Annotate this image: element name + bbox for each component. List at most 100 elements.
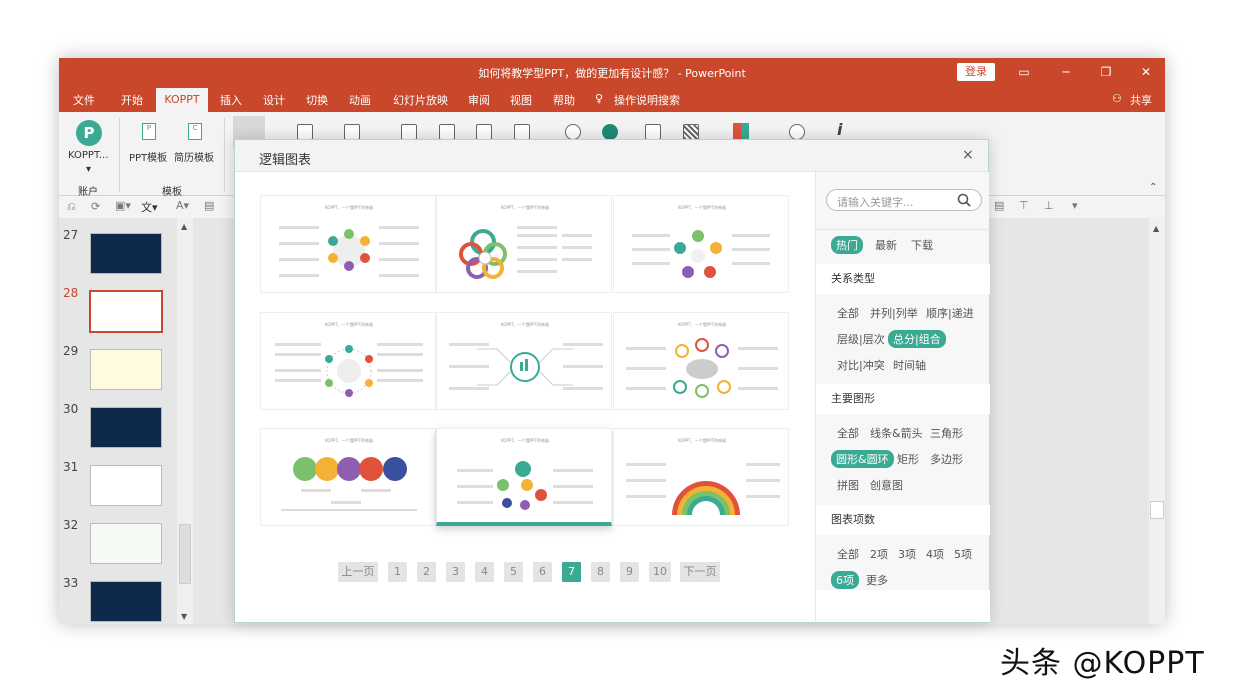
bar-chart-icon[interactable] — [344, 124, 360, 140]
shape-rectangle[interactable]: 矩形 — [897, 451, 919, 467]
tab-koppt[interactable]: KOPPT — [156, 88, 208, 112]
page-button-9[interactable]: 9 — [620, 562, 639, 582]
align-icon[interactable]: ▤ — [994, 199, 1004, 212]
relation-contrast[interactable]: 对比|冲突 — [837, 357, 885, 373]
tab-slideshow[interactable]: 幻灯片放映 — [393, 92, 448, 108]
slide-thumbnail[interactable] — [90, 523, 162, 564]
page-button-8[interactable]: 8 — [591, 562, 610, 582]
relation-all[interactable]: 全部 — [837, 305, 859, 321]
scroll-down-icon[interactable]: ▼ — [181, 612, 187, 621]
sort-download[interactable]: 下载 — [911, 237, 933, 253]
page-button-1[interactable]: 1 — [388, 562, 407, 582]
tab-animations[interactable]: 动画 — [349, 92, 371, 108]
relation-total-part[interactable]: 总分|组合 — [888, 330, 946, 348]
slide-thumbnail-selected[interactable] — [89, 290, 163, 333]
search-input[interactable]: 请输入关键字... — [826, 189, 982, 211]
text-icon[interactable] — [476, 124, 492, 140]
sort-hot[interactable]: 热门 — [831, 236, 863, 254]
slide-thumbnail[interactable] — [90, 465, 162, 506]
ribbon-display-icon[interactable]: ▭ — [1009, 62, 1039, 82]
page-button-7-active[interactable]: 7 — [562, 562, 581, 582]
template-card[interactable]: KOPPT，一个懂PPT的神器 — [436, 428, 612, 526]
page-button-10[interactable]: 10 — [649, 562, 671, 582]
more-icon[interactable]: ▾ — [1072, 199, 1078, 212]
template-card[interactable]: KOPPT，一个懂PPT的神器 — [613, 195, 789, 293]
shape-creative[interactable]: 创意图 — [870, 477, 903, 493]
template-card[interactable]: KOPPT，一个懂PPT的神器 — [260, 428, 436, 526]
slide-thumbnail[interactable] — [90, 407, 162, 448]
scroll-up-icon[interactable]: ▲ — [1153, 224, 1159, 233]
collapse-ribbon-icon[interactable]: ⌃ — [1149, 182, 1157, 193]
ppt-template-button[interactable]: PPT模板 — [129, 149, 167, 164]
shape-lines-arrows[interactable]: 线条&箭头 — [870, 425, 923, 441]
font-color-icon[interactable]: A▾ — [176, 199, 189, 212]
next-page-button[interactable]: 下一页 — [680, 562, 720, 582]
relation-sequence[interactable]: 顺序|递进 — [926, 305, 974, 321]
scroll-thumb[interactable] — [179, 524, 191, 584]
redo-icon[interactable]: ⟳ — [91, 200, 100, 213]
chevron-down-icon[interactable]: ▾ — [86, 164, 91, 175]
count-5[interactable]: 5项 — [954, 546, 972, 562]
template-card[interactable]: KOPPT，一个懂PPT的神器 — [613, 312, 789, 410]
tell-me-search[interactable]: 操作说明搜索 — [614, 92, 680, 108]
list-icon[interactable] — [439, 124, 455, 140]
exe-icon[interactable] — [514, 124, 530, 140]
tab-view[interactable]: 视图 — [510, 92, 532, 108]
template-card[interactable]: KOPPT，一个懂PPT的神器 — [613, 428, 789, 526]
template-card[interactable]: KOPPT，一个懂PPT的神器 — [260, 195, 436, 293]
relation-parallel[interactable]: 并列|列举 — [870, 305, 918, 321]
gears-icon[interactable] — [565, 124, 581, 140]
distribute-icon[interactable]: ⊤ — [1019, 199, 1029, 212]
tab-design[interactable]: 设计 — [263, 92, 285, 108]
thumbnail-scrollbar[interactable]: ▲ ▼ — [177, 218, 193, 624]
shape-triangle[interactable]: 三角形 — [930, 425, 963, 441]
count-4[interactable]: 4项 — [926, 546, 944, 562]
scroll-down-icon[interactable]: ▼ — [1153, 623, 1159, 624]
pattern-icon[interactable] — [683, 124, 699, 140]
search-icon[interactable] — [957, 193, 971, 207]
page-button-2[interactable]: 2 — [417, 562, 436, 582]
resume-template-button[interactable]: 简历模板 — [174, 149, 214, 164]
count-all[interactable]: 全部 — [837, 546, 859, 562]
user-badge-icon[interactable] — [789, 124, 805, 140]
restore-icon[interactable]: ❐ — [1091, 62, 1121, 82]
page-button-3[interactable]: 3 — [446, 562, 465, 582]
tab-transitions[interactable]: 切换 — [306, 92, 328, 108]
minimize-icon[interactable]: ─ — [1051, 62, 1081, 82]
shape-polygon[interactable]: 多边形 — [930, 451, 963, 467]
prev-page-button[interactable]: 上一页 — [338, 562, 378, 582]
shape-puzzle[interactable]: 拼图 — [837, 477, 859, 493]
tab-review[interactable]: 审阅 — [468, 92, 490, 108]
page-button-5[interactable]: 5 — [504, 562, 523, 582]
count-2[interactable]: 2项 — [870, 546, 888, 562]
shape-all[interactable]: 全部 — [837, 425, 859, 441]
relation-timeline[interactable]: 时间轴 — [893, 357, 926, 373]
template-card[interactable]: KOPPT，一个懂PPT的神器 — [260, 312, 436, 410]
relation-hierarchy[interactable]: 层级|层次 — [837, 331, 885, 347]
tab-help[interactable]: 帮助 — [553, 92, 575, 108]
template-card[interactable]: KOPPT，一个懂PPT的神器 — [436, 312, 612, 410]
tab-file[interactable]: 文件 — [73, 92, 95, 108]
close-icon[interactable]: ✕ — [1131, 62, 1161, 82]
paste-icon[interactable]: ▤ — [204, 199, 214, 212]
layout-icon[interactable]: ▣▾ — [115, 199, 131, 212]
tab-insert[interactable]: 插入 — [220, 92, 242, 108]
template-card[interactable]: KOPPT，一个懂PPT的神器 — [436, 195, 612, 293]
count-more[interactable]: 更多 — [866, 572, 888, 588]
tab-home[interactable]: 开始 — [121, 92, 143, 108]
dialog-close-icon[interactable]: × — [962, 147, 974, 163]
koppt-button[interactable]: KOPPT... — [68, 150, 108, 161]
shape-circle[interactable]: 圆形&圆环 — [831, 450, 894, 468]
doc-icon[interactable] — [401, 124, 417, 140]
size-icon[interactable]: ⊥ — [1044, 199, 1054, 212]
color-palette-icon[interactable] — [733, 123, 749, 139]
table-icon[interactable] — [297, 124, 313, 140]
scroll-up-icon[interactable]: ▲ — [181, 222, 187, 231]
scroll-thumb[interactable] — [1150, 501, 1164, 519]
sort-latest[interactable]: 最新 — [875, 237, 897, 253]
page-button-4[interactable]: 4 — [475, 562, 494, 582]
login-button[interactable]: 登录 — [957, 63, 995, 81]
editor-scrollbar[interactable]: ▲ ▼ ⇞ ⇟ — [1149, 218, 1165, 624]
share-button[interactable]: 共享 — [1130, 92, 1152, 108]
picture-icon[interactable] — [645, 124, 661, 140]
